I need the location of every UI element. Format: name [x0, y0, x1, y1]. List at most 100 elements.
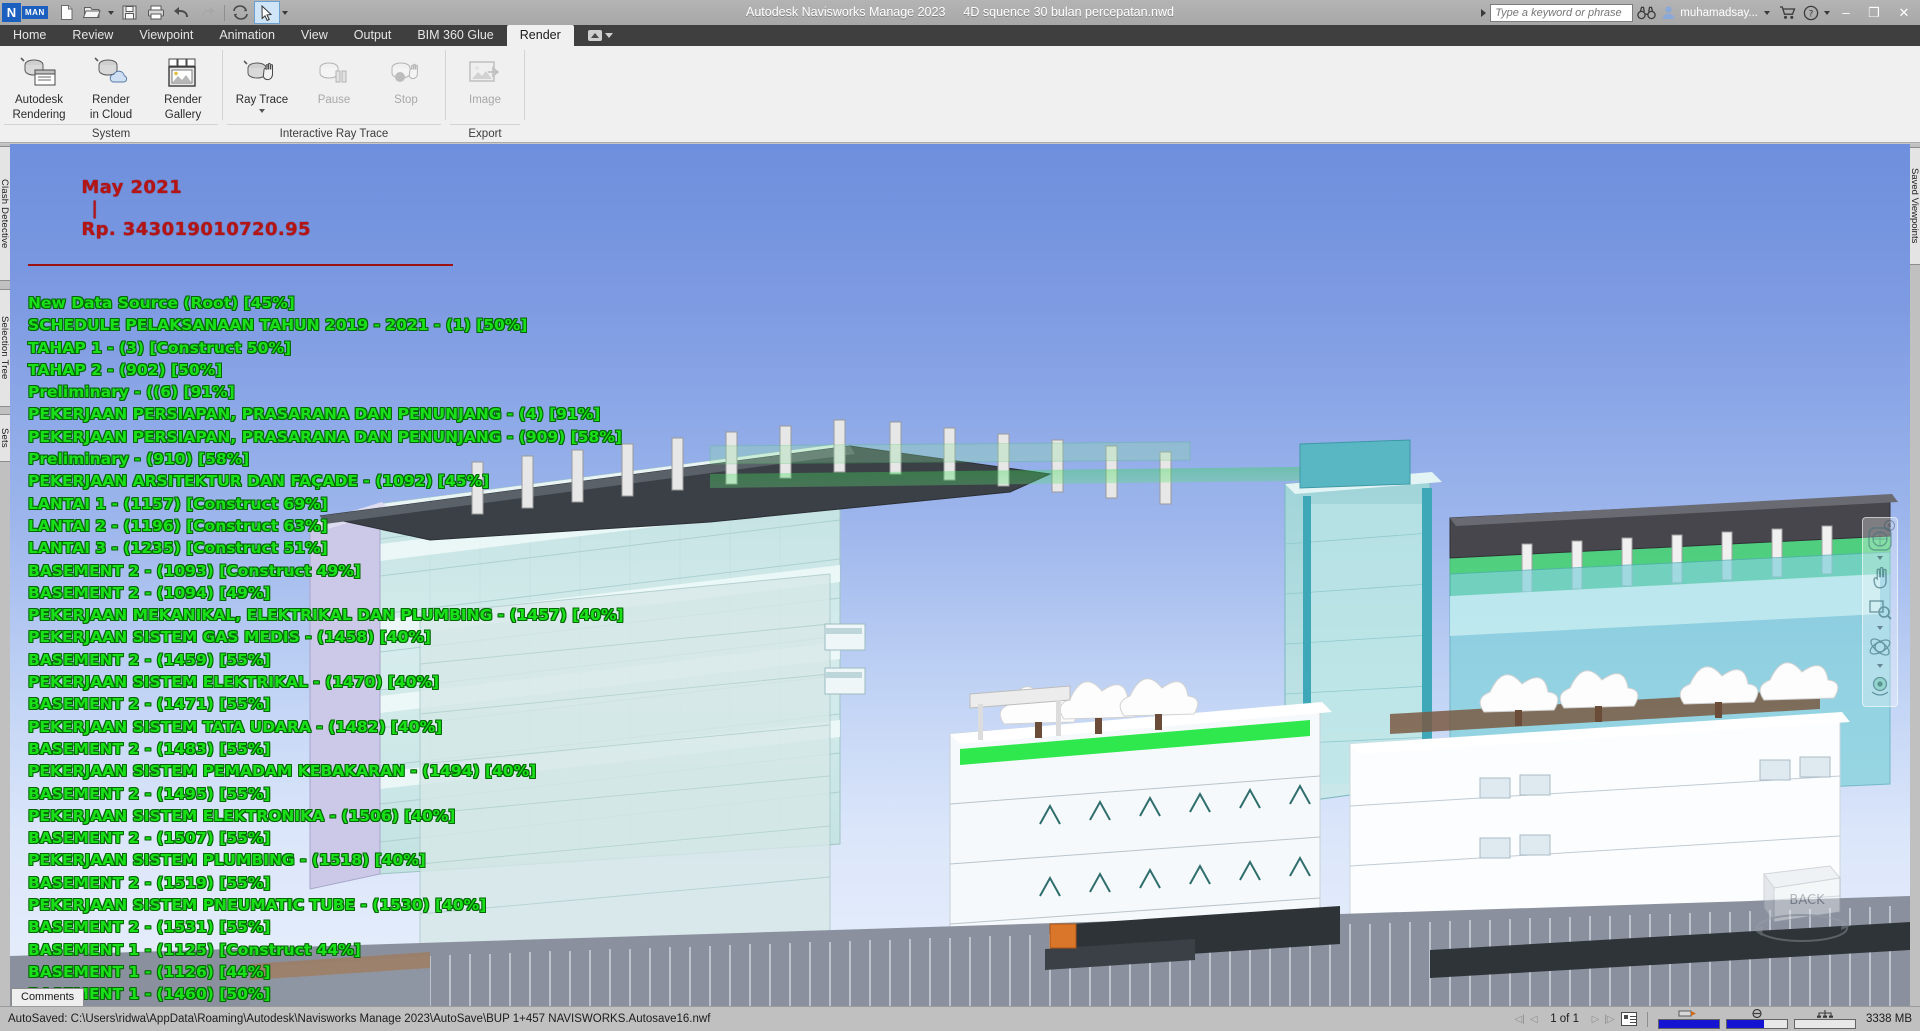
- open-dropdown-caret[interactable]: [106, 1, 117, 24]
- save-icon[interactable]: [117, 1, 143, 24]
- quick-access-toolbar: N MAN: [0, 0, 291, 25]
- undo-icon[interactable]: [169, 1, 195, 24]
- ribbon-collapse-control[interactable]: [574, 25, 613, 46]
- export-image-label: Image: [469, 94, 501, 106]
- render-gallery-button[interactable]: Render Gallery: [148, 51, 218, 122]
- select-cursor-icon[interactable]: [253, 1, 280, 24]
- cart-icon[interactable]: [1775, 0, 1801, 25]
- render-gallery-label-1: Render: [164, 94, 202, 106]
- ribbon-group-system-title: System: [4, 124, 218, 142]
- infocenter-expand-caret[interactable]: [1476, 0, 1490, 25]
- export-image-button: Image: [450, 51, 520, 107]
- print-icon[interactable]: [143, 1, 169, 24]
- ribbon-divider-3: [524, 50, 525, 120]
- ray-trace-label: Ray Trace: [235, 94, 289, 106]
- disk-meter: [1725, 1009, 1788, 1029]
- tab-output[interactable]: Output: [341, 25, 405, 46]
- help-caret-icon[interactable]: [1821, 1, 1832, 24]
- minimize-button[interactable]: –: [1832, 0, 1860, 25]
- autodesk-rendering-label-2: Rendering: [12, 109, 66, 121]
- first-sheet-icon[interactable]: ◁|: [1514, 1013, 1525, 1026]
- refresh-icon[interactable]: [228, 1, 254, 24]
- account-menu[interactable]: muhamadsay...: [1659, 0, 1775, 25]
- ribbon-options-caret-icon[interactable]: [604, 33, 613, 38]
- title-bar: N MAN Autodesk Navisworks Manage 2023 4D…: [0, 0, 1920, 25]
- toolbar-divider: [223, 4, 225, 21]
- info-center: [1476, 0, 1634, 25]
- page-indicator: 1 of 1: [1550, 1013, 1579, 1025]
- user-avatar-icon: [1662, 6, 1675, 19]
- tab-comments[interactable]: Comments: [11, 988, 85, 1006]
- ray-trace-button[interactable]: Ray Trace: [227, 51, 297, 113]
- network-meter: [1793, 1009, 1856, 1029]
- steering-wheel-icon[interactable]: [1865, 524, 1895, 554]
- pause-label: Pause: [317, 94, 351, 106]
- logo-man-mark: MAN: [22, 6, 48, 19]
- status-bar: AutoSaved: C:\Users\ridwa\AppData\Roamin…: [0, 1006, 1920, 1031]
- tab-review[interactable]: Review: [59, 25, 126, 46]
- pause-button: Pause: [299, 51, 369, 107]
- status-bar-right: ◁| ◁ 1 of 1 ▷ |▷ 3338 MB: [1514, 1009, 1920, 1029]
- zoom-window-icon[interactable]: [1865, 594, 1895, 624]
- network-meter-bar: [1793, 1019, 1856, 1029]
- steering-wheel-caret-icon[interactable]: [1877, 556, 1883, 560]
- look-around-icon[interactable]: [1865, 670, 1895, 700]
- teapot-hand-icon: [242, 54, 282, 92]
- search-input[interactable]: [1490, 3, 1634, 22]
- teapot-settings-icon: [19, 54, 59, 92]
- 3d-viewport[interactable]: May 2021 | Rp. 343019010720.95 New Data …: [10, 144, 1910, 1006]
- zoom-caret-icon[interactable]: [1877, 626, 1883, 630]
- stop-button: Stop: [371, 51, 441, 107]
- sheet-browser-icon[interactable]: [1620, 1012, 1637, 1026]
- orbit-icon[interactable]: [1865, 632, 1895, 662]
- open-icon[interactable]: [80, 1, 106, 24]
- ribbon-minimize-icon[interactable]: [587, 30, 602, 41]
- navisworks-logo: N MAN: [2, 2, 48, 23]
- view-cube[interactable]: BACK: [1742, 856, 1862, 956]
- last-sheet-icon[interactable]: |▷: [1604, 1013, 1615, 1026]
- tab-home[interactable]: Home: [0, 25, 59, 46]
- document-name: 4D squence 30 bulan percepatan.nwd: [963, 5, 1174, 19]
- restore-button[interactable]: ❐: [1860, 0, 1888, 25]
- building-model: [10, 144, 1910, 1006]
- render-gallery-label-2: Gallery: [164, 109, 202, 121]
- orbit-caret-icon[interactable]: [1877, 664, 1883, 668]
- tab-view[interactable]: View: [288, 25, 341, 46]
- tab-bim360glue[interactable]: BIM 360 Glue: [404, 25, 506, 46]
- pencil-meter: [1657, 1009, 1720, 1029]
- model-geometry: [10, 419, 1910, 1006]
- disk-icon: [1749, 1009, 1765, 1018]
- tab-animation[interactable]: Animation: [206, 25, 288, 46]
- sheet-pager[interactable]: ◁| ◁ 1 of 1 ▷ |▷: [1514, 1012, 1637, 1026]
- account-caret-icon[interactable]: [1762, 1, 1771, 24]
- binoculars-icon[interactable]: [1633, 0, 1659, 25]
- redo-icon[interactable]: [195, 1, 221, 24]
- prev-sheet-icon[interactable]: ◁: [1528, 1013, 1539, 1026]
- teapot-pause-icon: [314, 54, 354, 92]
- ribbon-panel: Autodesk Rendering Render in Cloud Rende…: [0, 46, 1920, 143]
- close-button[interactable]: ✕: [1888, 0, 1920, 25]
- tab-render[interactable]: Render: [506, 25, 574, 46]
- next-sheet-icon[interactable]: ▷: [1590, 1013, 1601, 1026]
- render-in-cloud-button[interactable]: Render in Cloud: [76, 51, 146, 122]
- status-divider: [1646, 1011, 1648, 1027]
- pencil-meter-bar: [1657, 1019, 1720, 1029]
- view-cube-face-label: BACK: [1789, 893, 1825, 908]
- new-icon[interactable]: [54, 1, 80, 24]
- tab-viewpoint[interactable]: Viewpoint: [126, 25, 206, 46]
- export-image-icon: [465, 54, 505, 92]
- bottom-dock-tabs: Comments: [11, 988, 85, 1006]
- app-title: Autodesk Navisworks Manage 2023: [746, 5, 946, 19]
- logo-n-mark: N: [2, 3, 21, 22]
- ribbon-group-export: Image Export: [446, 46, 524, 142]
- navisworks-window: N MAN Autodesk Navisworks Manage 2023 4D…: [0, 0, 1920, 1031]
- autodesk-rendering-button[interactable]: Autodesk Rendering: [4, 51, 74, 122]
- autodesk-rendering-label-1: Autodesk: [15, 94, 63, 106]
- help-icon[interactable]: ?: [1801, 0, 1821, 25]
- teapot-cloud-icon: [91, 54, 131, 92]
- qat-overflow-caret[interactable]: [280, 1, 291, 24]
- pan-hand-icon[interactable]: [1865, 562, 1895, 592]
- render-in-cloud-label-1: Render: [92, 94, 130, 106]
- navigation-bar[interactable]: ×: [1862, 517, 1898, 707]
- ray-trace-dropdown-caret-icon[interactable]: [259, 109, 265, 113]
